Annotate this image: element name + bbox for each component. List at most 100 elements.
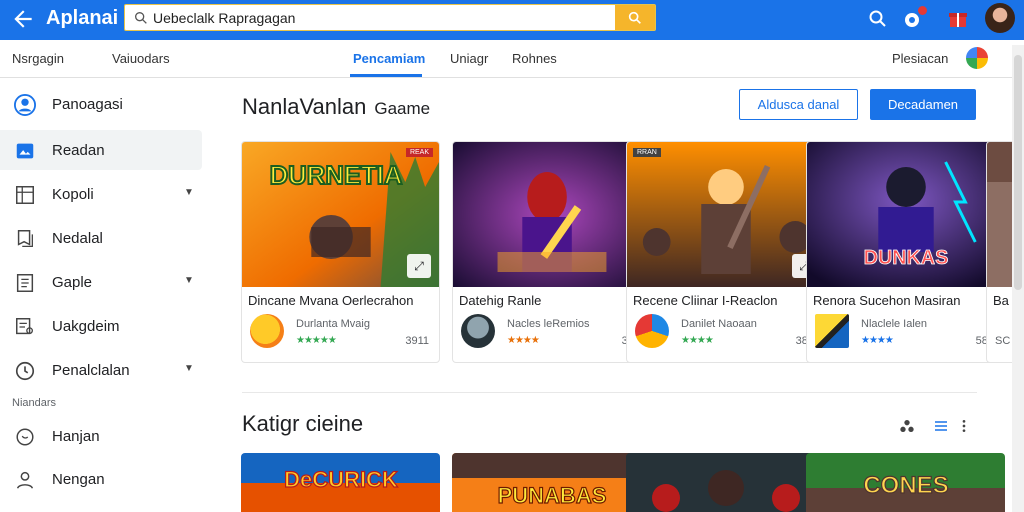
developer-name: Danilet Naoaan [681,318,757,330]
tab[interactable]: Rohnes [512,51,557,66]
search-bar[interactable] [124,4,656,31]
primary-action-button[interactable]: Decadamen [870,89,976,120]
google-logo-icon[interactable] [966,47,988,69]
developer-name: Durlanta Mvaig [296,318,370,330]
sidebar-item-nedalal[interactable]: Nedalal [0,218,202,258]
app-title: Aplanai [46,7,119,29]
section-divider [242,392,977,393]
sidebar-item-label: Nedalal [52,230,103,247]
tab[interactable]: Uniagr [450,51,488,66]
card-tag: RRAN [633,148,661,157]
top-app-bar: Aplanai [0,0,1024,40]
user-list-icon [16,318,33,335]
game-cover-image: PUNABAS [452,453,651,512]
sidebar-item-hanjan[interactable]: Hanjan [0,416,202,456]
section-title: Katigr cieine [242,411,364,436]
secondary-action-button[interactable]: Aldusca danal [739,89,858,120]
people-icon[interactable] [898,418,916,434]
game-title: Dincane Mvana Oerlecrahon [248,293,414,308]
rating-stars: ★★★★★ [296,335,337,346]
sidebar-item-label: Hanjan [52,428,100,445]
sidebar-item-gaple[interactable]: Gaple ▼ [0,262,202,302]
game-title: Recene Cliinar I-Reaclon [633,293,778,308]
main-content: NanlaVanlan Gaame Aldusca danal Decadamen… [212,78,1024,512]
game-cover-image [453,142,650,287]
nav-link[interactable]: Nsrgagin [12,51,64,66]
rating-stars: ★★★★ [681,335,714,346]
sidebar-item-uakgdeim[interactable]: Uakgdeim [0,306,202,346]
expand-icon[interactable]: ⤢ [407,254,431,278]
chevron-down-icon[interactable]: ▼ [184,187,194,198]
cover-logo-text: DUNKAS [864,247,949,269]
character-icon [461,314,495,348]
secondary-nav: Nsrgagin Vaiuodars Pencamiam Uniagr Rohn… [0,40,1024,78]
back-arrow-icon[interactable] [10,6,36,32]
game-card[interactable]: Datehig Ranle Nacles leRemios ★★★★ 330 [452,141,651,363]
page-title-text: NanlaVanlan [242,94,367,119]
chevron-down-icon[interactable]: ▼ [184,275,194,286]
image-icon [16,143,34,159]
search-button[interactable] [615,5,655,30]
sidebar-item-penalclalan[interactable]: Penalclalan ▼ [0,350,202,390]
sidebar-item-profile[interactable]: Panoagasi [0,84,202,124]
cover-logo-text: DeCURICK [284,467,398,492]
sword-icon [815,314,849,348]
chevron-down-icon[interactable]: ▼ [184,363,194,374]
tab-primary[interactable]: Pencamiam [353,51,425,66]
sidebar: Panoagasi Readan Kopoli ▼ Nedalal Gaple … [0,78,212,512]
game-card[interactable]: DUNKAS Renora Sucehon Masiran Nlaclele I… [806,141,1005,363]
cover-logo-text: CONES [863,472,948,499]
history-icon [15,361,35,381]
user-avatar[interactable] [985,3,1015,33]
game-title: Datehig Ranle [459,293,542,308]
game-card[interactable]: PUNABAS [452,453,651,512]
list-icon[interactable] [932,418,950,434]
notification-badge [918,6,927,15]
bookmark-icon [17,230,33,247]
scrollbar-thumb[interactable] [1014,55,1022,290]
angry-emoji-icon [250,314,284,348]
game-cover-image [626,453,825,512]
rating-count: 3911 [405,335,429,347]
sidebar-item-reading[interactable]: Readan [0,130,202,170]
sidebar-item-label: Penalclalan [52,362,130,379]
game-card[interactable]: DURNETIA REAK ⤢ Dincane Mvana Oerlecraho… [241,141,440,363]
sidebar-item-label: Gaple [52,274,93,291]
search-icon [135,11,147,24]
account-circle-icon [14,94,36,116]
rating-stars: ★★★★ [861,335,894,346]
card-tag: REAK [405,148,433,157]
account-label[interactable]: Plesiacan [892,51,948,66]
game-logo-icon [635,314,669,348]
search-icon[interactable] [866,7,890,31]
sidebar-section-header: Niandars [12,397,57,409]
section-actions [898,416,978,436]
person-icon [16,471,34,489]
game-card[interactable]: DeCURICK [241,453,440,512]
game-card[interactable]: RRAN ⤢ Recene Cliinar I-Reaclon Danilet … [626,141,825,363]
rating-count: SC [995,335,1011,347]
page-title: NanlaVanlan Gaame [242,94,430,120]
game-card[interactable]: CONES [806,453,1005,512]
game-title: Ba [993,293,1009,308]
sidebar-item-label: Uakgdeim [52,318,120,335]
sidebar-item-label: Readan [52,142,105,159]
sidebar-item-nengan[interactable]: Nengan [0,459,202,499]
sidebar-item-label: Nengan [52,471,105,488]
game-cover-image: DeCURICK [241,453,440,512]
sidebar-item-label: Panoagasi [52,96,123,113]
developer-name: Nlaclele Ialen [861,318,928,330]
scrollbar[interactable] [1012,45,1024,512]
document-icon [16,274,34,292]
game-cover-image: DUNKAS [807,142,1004,287]
game-card[interactable] [626,453,825,512]
rating-stars: ★★★★ [507,335,540,346]
nav-link[interactable]: Vaiuodars [112,51,170,66]
chat-icon [16,428,34,446]
developer-name: Nacles leRemios [507,318,590,330]
sidebar-item-kopoli[interactable]: Kopoli ▼ [0,174,202,214]
cover-logo-text: PUNABAS [498,483,607,508]
search-input[interactable] [153,7,613,29]
more-vert-icon[interactable] [960,418,968,434]
gift-icon[interactable] [946,7,970,31]
